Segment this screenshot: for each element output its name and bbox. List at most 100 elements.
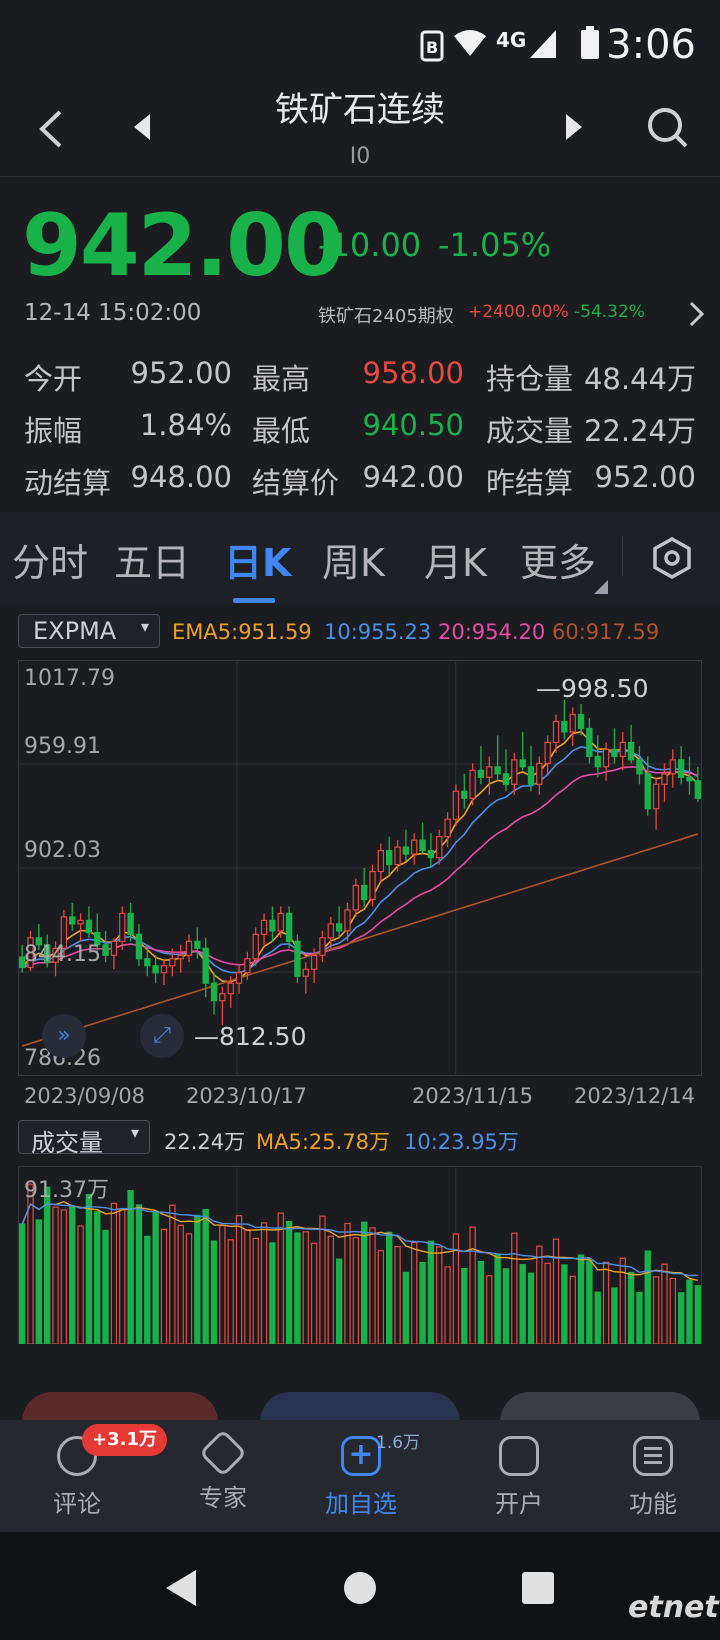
- volume-bar: [661, 1263, 668, 1344]
- volume-bar: [144, 1235, 151, 1344]
- nav-label: 加自选: [325, 1490, 397, 1518]
- candle-body: [486, 766, 493, 778]
- candle-body: [202, 947, 209, 984]
- candle-body: [502, 773, 510, 785]
- stat-value: 940.50: [362, 408, 464, 442]
- candle-body: [586, 727, 593, 757]
- stat-label: 最高: [252, 362, 311, 396]
- candle-body: [386, 849, 393, 866]
- candle-body: [77, 919, 84, 925]
- volume-bar: [127, 1190, 134, 1344]
- volume-bar: [502, 1268, 510, 1344]
- volume-bar: [444, 1266, 451, 1344]
- candle-body: [619, 741, 626, 757]
- volume-bar: [160, 1228, 168, 1344]
- main-indicator-select[interactable]: EXPMA ▾: [18, 614, 160, 648]
- nav-label: 功能: [629, 1490, 677, 1518]
- system-home-icon[interactable]: [342, 1570, 378, 1606]
- next-contract-icon[interactable]: [564, 112, 586, 142]
- nav-label: 开户: [495, 1490, 543, 1518]
- volume-bar: [294, 1232, 301, 1344]
- candle-body: [360, 884, 368, 901]
- volume-bar: [335, 1258, 343, 1344]
- volume-bar: [611, 1287, 618, 1344]
- tab-intraday[interactable]: 分时: [12, 532, 88, 587]
- nav-open-account[interactable]: 开户: [464, 1430, 574, 1519]
- candle-body: [369, 870, 376, 901]
- main-indicator-name: EXPMA: [33, 617, 117, 645]
- volume-chart[interactable]: [18, 1166, 702, 1344]
- volume-bar: [244, 1229, 251, 1344]
- candle-body: [227, 982, 234, 995]
- volume-bar: [60, 1209, 68, 1344]
- expand-left-icon[interactable]: »: [42, 1014, 86, 1058]
- price-axis-label: 902.03: [24, 838, 101, 863]
- network-type: 4G: [496, 28, 527, 52]
- volume-bar: [344, 1222, 351, 1344]
- tab-more[interactable]: 更多: [520, 532, 596, 587]
- candle-body: [602, 748, 610, 768]
- volume-bar: [494, 1253, 501, 1344]
- watchlist-count-badge: 1.6万: [376, 1433, 421, 1453]
- search-icon[interactable]: [646, 106, 690, 150]
- volume-bar: [210, 1240, 218, 1344]
- candle-body: [235, 972, 243, 984]
- volume-bar: [369, 1227, 376, 1344]
- high-marker-label: —998.50: [536, 674, 649, 703]
- price-axis-label: 959.91: [24, 734, 101, 759]
- candlestick-chart[interactable]: [18, 660, 702, 1076]
- candle-body: [452, 790, 460, 820]
- ema5-legend: EMA5:951.59: [172, 620, 312, 644]
- stat-value: 948.00: [130, 460, 232, 494]
- date-axis-label: 2023/09/08: [24, 1084, 146, 1108]
- chart-settings-icon[interactable]: [650, 536, 694, 580]
- volume-bar: [511, 1232, 518, 1344]
- volume-bar: [386, 1231, 393, 1344]
- candle-body: [152, 965, 159, 974]
- candle-body: [169, 958, 176, 967]
- volume-bar: [35, 1219, 43, 1344]
- price-change-pct: -1.05%: [438, 226, 552, 264]
- candle-body: [677, 759, 685, 778]
- candle-body: [627, 741, 635, 761]
- candle-body: [444, 818, 451, 838]
- ema10-legend: 10:955.23: [324, 620, 432, 644]
- volume-bar: [18, 1223, 26, 1344]
- candle-body: [636, 759, 643, 775]
- candle-body: [110, 940, 118, 956]
- candle-body: [219, 993, 226, 1002]
- volume-bar: [352, 1237, 360, 1344]
- system-back-icon[interactable]: [162, 1568, 198, 1608]
- nav-functions[interactable]: 功能: [598, 1430, 708, 1519]
- volume-bar: [594, 1291, 601, 1344]
- volume-bar: [302, 1231, 309, 1344]
- chevron-right-icon[interactable]: [688, 300, 706, 328]
- volume-bar: [561, 1264, 568, 1344]
- tab-five-day[interactable]: 五日: [114, 532, 190, 587]
- volume-indicator-select[interactable]: 成交量 ▾: [18, 1120, 150, 1157]
- volume-bar: [436, 1246, 443, 1344]
- nav-experts[interactable]: 专家: [168, 1428, 278, 1513]
- volume-bar: [252, 1237, 259, 1344]
- volume-bar: [577, 1254, 585, 1344]
- candle-body: [519, 759, 526, 768]
- tab-monthly-k[interactable]: 月K: [424, 532, 487, 587]
- candle-body: [285, 912, 293, 942]
- active-tab-indicator: [233, 598, 275, 603]
- stat-value: 22.24万: [583, 414, 696, 448]
- nav-label: 专家: [199, 1484, 247, 1512]
- tab-daily-k[interactable]: 日K: [224, 532, 291, 587]
- volume-bar: [627, 1271, 635, 1344]
- quote-datetime: 12-14 15:02:00: [24, 300, 202, 326]
- candle-body: [477, 769, 485, 778]
- system-recents-icon[interactable]: [520, 1570, 556, 1606]
- fullscreen-icon[interactable]: ⤢: [140, 1014, 184, 1058]
- low-marker-label: —812.50: [194, 1022, 307, 1051]
- candle-body: [377, 849, 385, 873]
- related-option-name[interactable]: 铁矿石2405期权: [318, 302, 454, 328]
- candle-body: [352, 884, 360, 911]
- header-divider: [0, 176, 720, 177]
- tab-weekly-k[interactable]: 周K: [322, 532, 385, 587]
- volume-current: 22.24万: [164, 1130, 246, 1154]
- data-saver-icon: B: [420, 30, 444, 62]
